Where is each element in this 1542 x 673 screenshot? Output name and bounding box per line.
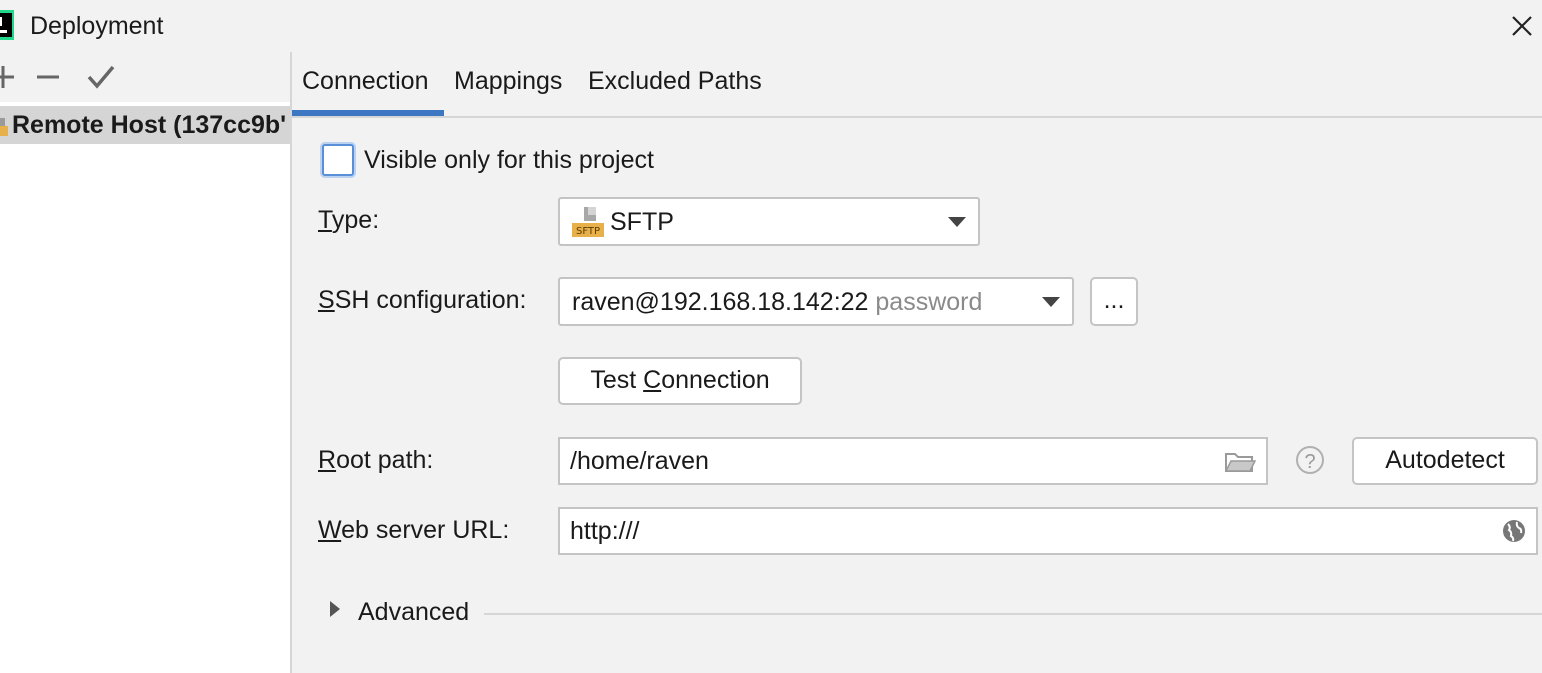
globe-icon[interactable] [1502,519,1526,543]
type-value: SFTP [610,208,674,236]
folder-icon[interactable] [1224,449,1256,475]
advanced-separator [484,613,1542,615]
web-server-url-label: Web server URL: [318,516,510,544]
test-connection-button[interactable]: Test Connection [558,357,802,405]
ssh-configuration-value: raven@192.168.18.142:22 [572,288,869,316]
ssh-configuration-value-text: raven@192.168.18.142:22 password [572,287,982,317]
jetbrains-app-icon [0,10,14,40]
active-tab-indicator [292,110,444,116]
expand-triangle-icon[interactable] [328,599,342,619]
root-path-field[interactable]: /home/raven [558,437,1268,485]
ssh-configuration-browse-button[interactable]: ... [1090,277,1138,326]
server-list-toolbar [0,52,290,102]
advanced-section-label[interactable]: Advanced [358,595,469,629]
tab-mappings[interactable]: Mappings [454,64,562,98]
web-server-url-value: http:/// [570,517,640,545]
window-title: Deployment [30,12,164,40]
tab-connection[interactable]: Connection [302,64,428,98]
chevron-down-icon [1042,297,1060,307]
help-icon[interactable]: ? [1296,446,1324,474]
server-list-pane: Remote Host (137cc9b' [0,52,290,673]
root-path-value: /home/raven [570,447,709,475]
ssh-configuration-label: SSH configuration: [318,286,527,314]
sftp-icon: SFTP [572,207,604,237]
tab-excluded-paths[interactable]: Excluded Paths [588,64,762,98]
type-label: Type: [318,206,380,234]
ssh-auth-hint: password [875,288,983,316]
type-dropdown[interactable]: SFTP SFTP [558,197,980,246]
deployment-dialog: Deployment Remote Host (137cc9b' Connect… [0,0,1542,673]
ssh-configuration-dropdown[interactable]: raven@192.168.18.142:22 password [558,277,1074,326]
chevron-down-icon [948,217,966,227]
title-bar: Deployment [0,0,1542,52]
minus-icon[interactable] [31,60,65,94]
visible-only-checkbox[interactable] [322,144,354,176]
settings-tabs: Connection Mappings Excluded Paths [292,52,1542,118]
root-path-label: Root path: [318,446,434,474]
autodetect-button[interactable]: Autodetect [1352,437,1538,485]
server-list-item-label: Remote Host (137cc9b' [12,111,287,139]
visible-only-label: Visible only for this project [364,146,654,174]
server-list-item[interactable]: Remote Host (137cc9b' [0,106,290,144]
svg-text:SFTP: SFTP [576,226,600,237]
close-icon[interactable] [1504,8,1540,44]
web-server-url-field[interactable]: http:/// [558,507,1538,555]
checkmark-icon[interactable] [84,60,118,94]
add-icon[interactable] [0,60,20,94]
server-settings-pane: Connection Mappings Excluded Paths Visib… [292,52,1542,673]
sftp-server-icon [0,118,8,136]
